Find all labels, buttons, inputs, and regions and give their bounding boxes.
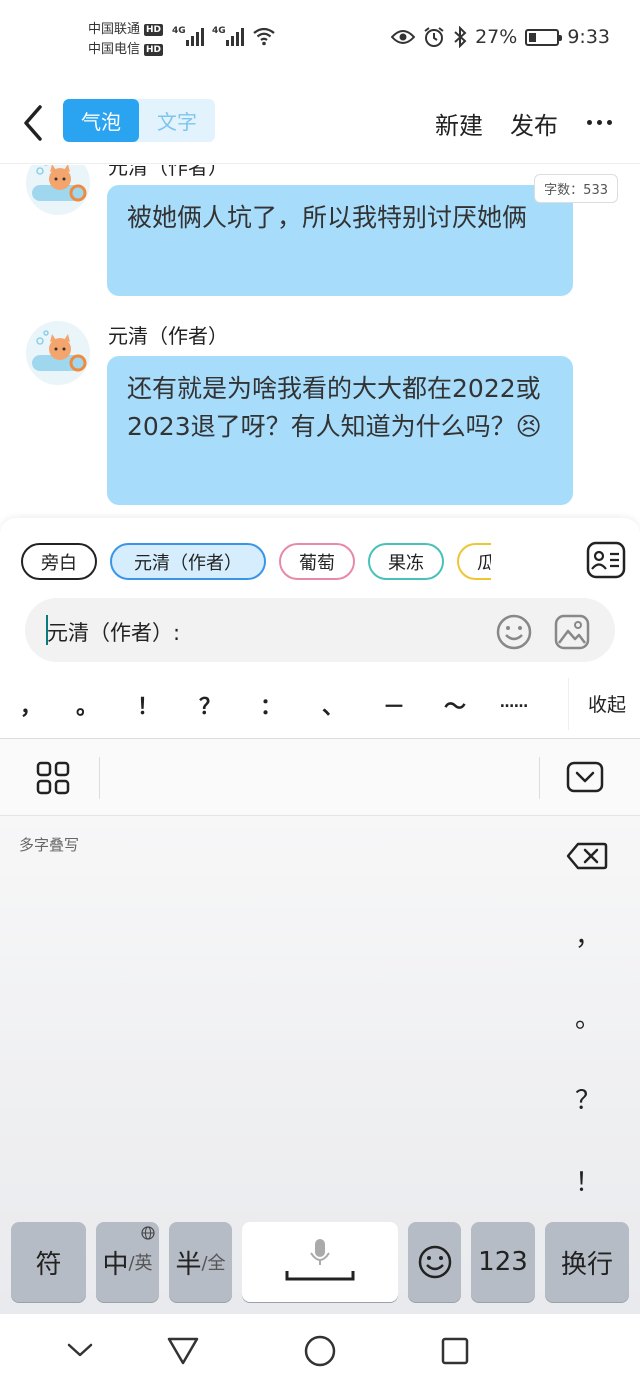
message-bubble[interactable]: 被她俩人坑了，所以我特别讨厌她俩 <box>107 185 573 296</box>
side-punct-key[interactable]: ？ <box>568 1080 608 1117</box>
status-right: 27% 9:33 <box>391 26 610 48</box>
lang-zh-label: 中 <box>102 1249 129 1280</box>
punct-key[interactable]: － <box>383 689 405 721</box>
punct-key[interactable]: 、 <box>322 689 344 721</box>
alarm-icon <box>424 27 444 47</box>
tab-bubble[interactable]: 气泡 <box>63 99 139 142</box>
halfwidth-key[interactable]: 半/全 <box>169 1222 232 1302</box>
role-chip-melon[interactable]: 瓜 <box>457 543 491 580</box>
battery-percent: 27% <box>475 26 518 48</box>
punct-key[interactable]: 。 <box>76 689 98 721</box>
side-punct-key[interactable]: ！ <box>568 1162 608 1199</box>
lang-en-label: /英 <box>128 1253 153 1274</box>
cat-avatar-icon <box>32 165 87 202</box>
grid-menu-icon[interactable] <box>36 761 70 795</box>
hd-badge: HD <box>144 24 164 36</box>
backspace-icon[interactable] <box>566 842 608 870</box>
speaker-name: 元清（作者） <box>108 324 228 348</box>
handwriting-mode-hint: 多字叠写 <box>19 836 80 854</box>
message-input[interactable]: 元清（作者）: <box>25 598 615 662</box>
system-nav-bar <box>0 1314 640 1387</box>
numbers-key[interactable]: 123 <box>471 1222 535 1302</box>
clock: 9:33 <box>567 26 610 48</box>
speaker-name: 元清（作者） <box>108 165 228 179</box>
role-list-icon[interactable] <box>586 540 626 580</box>
full-label: /全 <box>201 1253 226 1274</box>
more-icon[interactable] <box>587 120 612 125</box>
keyboard-toolbar <box>0 738 640 816</box>
home-circle-icon[interactable] <box>303 1334 337 1368</box>
role-chip-jelly[interactable]: 果冻 <box>368 543 444 580</box>
carrier-2: 中国电信 <box>88 42 141 57</box>
handwriting-keyboard[interactable]: 多字叠写 ， 。 ？ ！ 符 中/英 半/全 123 换行 <box>0 816 640 1314</box>
back-triangle-icon[interactable] <box>166 1336 200 1366</box>
punct-key[interactable]: ！ <box>137 689 159 721</box>
emoji-icon[interactable] <box>495 613 533 651</box>
space-key[interactable] <box>242 1222 398 1302</box>
image-icon[interactable] <box>553 613 591 651</box>
punctuation-bar: ， 。 ！ ？ ： 、 － ～ …… <box>0 673 640 736</box>
collapse-button[interactable]: 收起 <box>588 690 626 717</box>
cat-avatar-icon <box>32 330 87 372</box>
globe-icon <box>141 1226 155 1240</box>
hd-badge: HD <box>144 44 164 56</box>
signal-indicators: 4G 4G <box>172 26 276 46</box>
avatar[interactable] <box>26 165 90 215</box>
avatar[interactable] <box>26 321 90 385</box>
publish-button[interactable]: 发布 <box>510 106 558 141</box>
status-bar: 中国联通 HD 中国电信 HD 4G 4G 27% 9:33 <box>0 0 640 80</box>
new-button[interactable]: 新建 <box>435 106 483 141</box>
smiley-icon <box>418 1245 451 1279</box>
chat-area: 元清（作者） 被她俩人坑了，所以我特别讨厌她俩 字数：533 元清（作者） 还有… <box>0 165 640 520</box>
punct-key[interactable]: ？ <box>199 689 221 721</box>
top-bar: 气泡 文字 新建 发布 <box>0 80 640 164</box>
divider <box>568 678 569 730</box>
back-arrow-icon[interactable] <box>18 104 48 142</box>
battery-fill <box>529 32 537 42</box>
message-bubble[interactable]: 还有就是为啥我看的大大都在2022或2023退了呀？有人知道为什么吗？😣 <box>107 356 573 505</box>
role-chip-author[interactable]: 元清（作者） <box>110 543 266 580</box>
role-selector: 旁白 元清（作者） 葡萄 果冻 瓜 <box>21 543 491 580</box>
carriers: 中国联通 HD 中国电信 HD <box>88 20 164 60</box>
punct-key[interactable]: ： <box>260 689 282 721</box>
divider <box>99 757 100 799</box>
word-count-badge: 字数：533 <box>534 174 618 203</box>
role-chip-narrator[interactable]: 旁白 <box>21 543 97 580</box>
recents-square-icon[interactable] <box>440 1336 470 1366</box>
side-punct-key[interactable]: 。 <box>568 998 608 1035</box>
battery-icon <box>525 28 563 46</box>
side-punct-key[interactable]: ， <box>568 916 608 953</box>
punct-key[interactable]: ～ <box>444 689 466 721</box>
compose-panel: 旁白 元清（作者） 葡萄 果冻 瓜 元清（作者）: ， 。 ！ ？ ： 、 － … <box>0 518 640 738</box>
enter-key[interactable]: 换行 <box>545 1222 629 1302</box>
lang-switch-key[interactable]: 中/英 <box>96 1222 159 1302</box>
mode-toggle: 气泡 文字 <box>63 99 215 142</box>
divider <box>539 757 540 799</box>
signal-icon: 4G <box>172 26 204 46</box>
bluetooth-icon <box>454 26 467 48</box>
emoji-key[interactable] <box>408 1222 461 1302</box>
punct-key[interactable]: …… <box>500 695 528 711</box>
eye-icon <box>391 30 416 44</box>
role-chip-grape[interactable]: 葡萄 <box>279 543 355 580</box>
microphone-icon <box>285 1239 355 1281</box>
signal-icon: 4G <box>212 26 244 46</box>
tab-text[interactable]: 文字 <box>139 99 215 142</box>
wifi-icon <box>253 27 275 46</box>
input-text: 元清（作者）: <box>47 621 181 645</box>
punct-key[interactable]: ， <box>20 689 42 721</box>
hide-keyboard-icon[interactable] <box>566 761 604 793</box>
half-label: 半 <box>175 1249 202 1280</box>
chevron-down-icon[interactable] <box>66 1340 94 1360</box>
symbol-key[interactable]: 符 <box>11 1222 86 1302</box>
carrier-1: 中国联通 <box>88 22 141 37</box>
